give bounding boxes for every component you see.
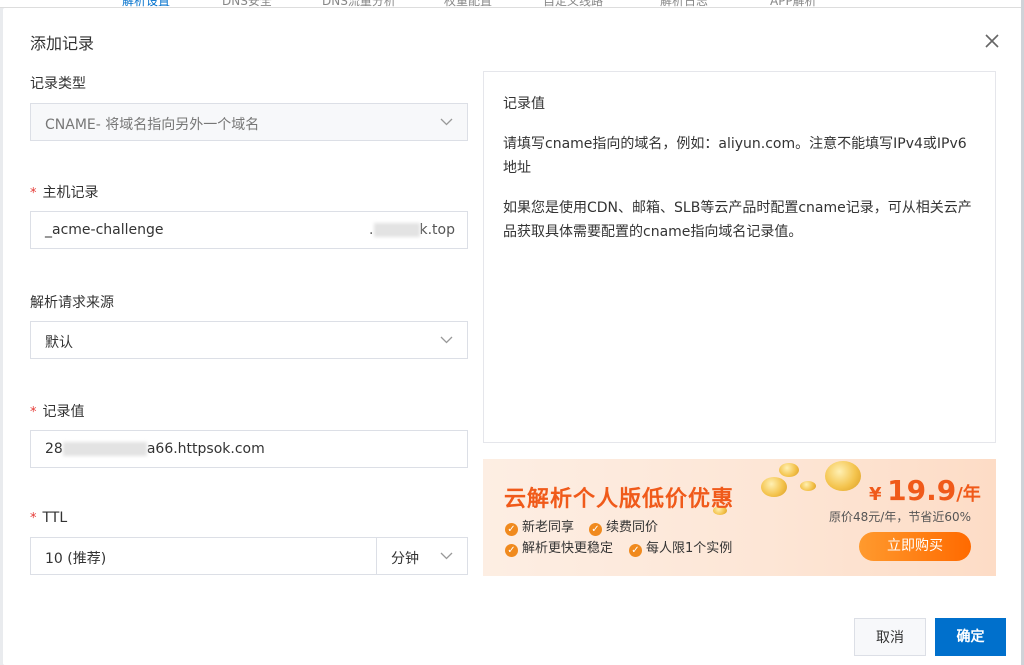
check-icon: ✓ bbox=[629, 544, 642, 557]
original-price: 原价48元/年，节省近60% bbox=[829, 510, 971, 524]
bg-tab-custom-line: 自定义线路 bbox=[543, 0, 604, 8]
record-value-prefix: 28 bbox=[45, 441, 63, 457]
bg-tab-label: DNS安全 bbox=[222, 0, 272, 8]
currency-symbol: ¥ bbox=[869, 484, 882, 505]
host-record-label-text: 主机记录 bbox=[42, 185, 99, 201]
bg-tab-label: 自定义线路 bbox=[543, 0, 604, 8]
help-text-1: 请填写cname指向的域名，例如：aliyun.com。注意不能填写IPv4或I… bbox=[503, 136, 967, 176]
record-value-suffix: a66.httpsok.com bbox=[146, 441, 265, 457]
required-mark: * bbox=[30, 405, 37, 420]
bg-tab-label: 解析设置 bbox=[122, 0, 171, 8]
coin-decoration bbox=[779, 463, 799, 477]
record-value-text: 28 a66.httpsok.com bbox=[45, 441, 265, 457]
promo-title: 云解析个人版低价优惠 bbox=[504, 487, 735, 512]
request-source-select[interactable]: 默认 bbox=[30, 321, 468, 359]
host-record-value: _acme-challenge bbox=[45, 222, 164, 238]
chevron-down-icon bbox=[440, 336, 453, 344]
record-value-label: * 记录值 bbox=[30, 401, 85, 421]
required-mark: * bbox=[30, 186, 37, 201]
required-mark: * bbox=[30, 511, 37, 526]
bg-tab-label: 解析日志 bbox=[660, 0, 709, 8]
ttl-label: * TTL bbox=[30, 510, 67, 526]
check-icon: ✓ bbox=[505, 544, 518, 557]
request-source-value: 默认 bbox=[45, 335, 73, 351]
check-icon: ✓ bbox=[589, 523, 602, 536]
promo-feature-text: 新老同享 bbox=[522, 520, 575, 535]
bg-tab-dns-traffic: DNS流量分析 bbox=[322, 0, 396, 8]
ttl-unit-value: 分钟 bbox=[391, 551, 419, 567]
bg-tab-dns-security: DNS安全 bbox=[222, 0, 272, 8]
bg-tab-label: APP解析 bbox=[770, 0, 817, 8]
bg-tab-log: 解析日志 bbox=[660, 0, 709, 8]
buy-now-button[interactable]: 立即购买 bbox=[859, 532, 971, 561]
help-text-2: 如果您是使用CDN、邮箱、SLB等云产品时配置cname记录，可从相关云产品获取… bbox=[503, 200, 972, 240]
confirm-button[interactable]: 确定 bbox=[935, 618, 1006, 656]
close-icon[interactable] bbox=[983, 32, 1001, 50]
promo-feature: ✓ 续费同价 bbox=[589, 516, 658, 536]
ttl-value: 10 (推荐) bbox=[45, 551, 107, 567]
ttl-unit-select[interactable]: 分钟 bbox=[376, 537, 468, 575]
price-period: /年 bbox=[956, 484, 981, 505]
bg-tab-label: 权重配置 bbox=[444, 0, 493, 8]
ttl-label-text: TTL bbox=[42, 510, 68, 526]
host-record-label: * 主机记录 bbox=[30, 182, 99, 202]
chevron-down-icon bbox=[440, 118, 453, 126]
cancel-button[interactable]: 取消 bbox=[854, 618, 926, 656]
promo-feature: ✓ 每人限1个实例 bbox=[629, 537, 732, 557]
record-value-input[interactable]: 28 a66.httpsok.com bbox=[30, 430, 468, 468]
chevron-down-icon bbox=[440, 552, 453, 560]
promo-feature-text: 每人限1个实例 bbox=[646, 541, 733, 556]
record-type-value: CNAME- 将域名指向另外一个域名 bbox=[45, 117, 260, 133]
record-value-label-text: 记录值 bbox=[42, 404, 85, 420]
dialog-title: 添加记录 bbox=[30, 34, 95, 53]
record-type-select[interactable]: CNAME- 将域名指向另外一个域名 bbox=[30, 103, 468, 141]
promo-price: ¥ 19.9/年 bbox=[869, 474, 981, 507]
domain-suffix: . k.top bbox=[369, 222, 455, 238]
record-type-label: 记录类型 bbox=[30, 76, 86, 92]
request-source-label: 解析请求来源 bbox=[30, 295, 114, 311]
coin-decoration bbox=[761, 477, 787, 497]
ttl-input[interactable]: 10 (推荐) bbox=[30, 537, 377, 575]
bg-tab-label: DNS流量分析 bbox=[322, 0, 396, 8]
coin-decoration bbox=[825, 461, 861, 491]
host-record-input[interactable]: _acme-challenge . k.top bbox=[30, 211, 468, 249]
bg-tab-weight: 权重配置 bbox=[444, 0, 493, 8]
promo-feature-text: 续费同价 bbox=[606, 520, 659, 535]
background-tab-strip: 解析设置 DNS安全 DNS流量分析 权重配置 自定义线路 解析日志 APP解析 bbox=[0, 0, 1024, 8]
bg-tab-app: APP解析 bbox=[770, 0, 817, 8]
help-panel: 记录值 请填写cname指向的域名，例如：aliyun.com。注意不能填写IP… bbox=[483, 71, 996, 443]
redacted-text bbox=[62, 442, 147, 456]
help-heading: 记录值 bbox=[503, 96, 545, 112]
check-icon: ✓ bbox=[505, 523, 518, 536]
promo-feature: ✓ 解析更快更稳定 bbox=[505, 537, 613, 557]
promo-banner[interactable]: 云解析个人版低价优惠 ✓ 新老同享 ✓ 续费同价 ✓ 解析更快更稳定 ✓ 每人限1个实例… bbox=[483, 459, 996, 576]
coin-decoration bbox=[800, 481, 816, 491]
price-value: 19.9 bbox=[887, 474, 957, 507]
add-record-dialog: 添加记录 记录类型 CNAME- 将域名指向另外一个域名 * 主机记录 _acme… bbox=[3, 8, 1022, 665]
domain-suffix-text: k.top bbox=[419, 222, 456, 238]
redacted-text bbox=[373, 223, 420, 237]
promo-feature: ✓ 新老同享 bbox=[505, 516, 574, 536]
bg-tab-dns-settings: 解析设置 bbox=[122, 0, 171, 8]
promo-feature-text: 解析更快更稳定 bbox=[522, 541, 614, 556]
